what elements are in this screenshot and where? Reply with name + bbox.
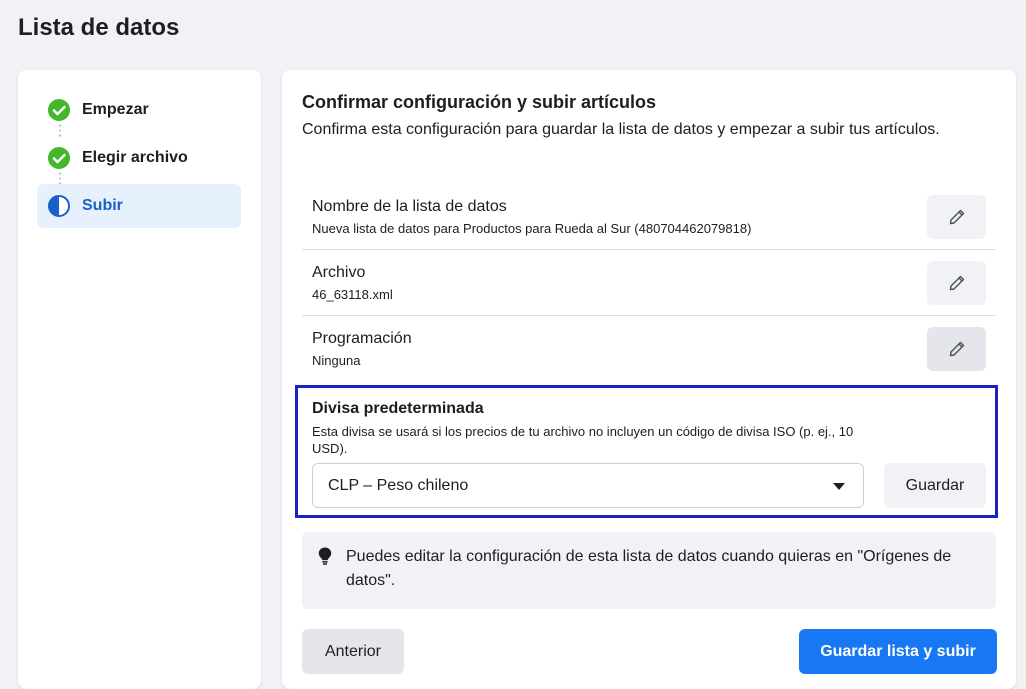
row-label: Nombre de la lista de datos	[312, 198, 507, 215]
config-panel: Confirmar configuración y subir artículo…	[282, 70, 1016, 689]
edit-schedule-button[interactable]	[927, 327, 986, 371]
save-currency-button[interactable]: Guardar	[884, 463, 986, 508]
row-value: Nueva lista de datos para Productos para…	[312, 221, 752, 236]
lightbulb-icon	[318, 547, 332, 565]
step-label: Empezar	[82, 101, 149, 118]
edit-file-button[interactable]	[927, 261, 986, 305]
row-file: Archivo 46_63118.xml	[302, 250, 996, 316]
pencil-icon	[949, 275, 964, 291]
step-empezar[interactable]: Empezar	[37, 88, 241, 132]
check-circle-icon	[48, 99, 70, 121]
row-value: Ninguna	[312, 353, 361, 368]
step-elegir-archivo[interactable]: Elegir archivo	[37, 136, 241, 180]
pencil-icon	[949, 209, 964, 225]
currency-description: Esta divisa se usará si los precios de t…	[312, 424, 854, 456]
section-title: Confirmar configuración y subir artículo…	[302, 92, 657, 112]
step-connector	[58, 171, 62, 185]
step-connector	[58, 123, 62, 137]
section-subtitle: Confirma esta configuración para guardar…	[302, 121, 940, 138]
row-label: Programación	[312, 330, 412, 347]
step-label: Subir	[82, 197, 123, 214]
tip-text: Puedes editar la configuración de esta l…	[346, 548, 952, 589]
edit-feed-name-button[interactable]	[927, 195, 986, 239]
caret-down-icon	[833, 483, 845, 490]
currency-title: Divisa predeterminada	[312, 400, 484, 417]
currency-select[interactable]: CLP – Peso chileno	[312, 463, 864, 508]
row-schedule: Programación Ninguna	[302, 316, 996, 382]
back-button[interactable]: Anterior	[302, 629, 404, 674]
row-feed-name: Nombre de la lista de datos Nueva lista …	[302, 184, 996, 250]
check-circle-icon	[48, 147, 70, 169]
save-and-upload-button[interactable]: Guardar lista y subir	[799, 629, 997, 674]
default-currency-section: Divisa predeterminada Esta divisa se usa…	[295, 385, 998, 518]
currency-selected-value: CLP – Peso chileno	[328, 476, 469, 494]
page-title: Lista de datos	[18, 14, 180, 41]
step-label: Elegir archivo	[82, 149, 188, 166]
row-value: 46_63118.xml	[312, 287, 393, 302]
tip-box: Puedes editar la configuración de esta l…	[302, 532, 996, 609]
half-circle-icon	[48, 195, 70, 217]
step-subir[interactable]: Subir	[37, 184, 241, 228]
stepper-panel: Empezar Elegir archivo Subir	[18, 70, 261, 689]
row-label: Archivo	[312, 264, 366, 281]
pencil-icon	[949, 341, 964, 357]
